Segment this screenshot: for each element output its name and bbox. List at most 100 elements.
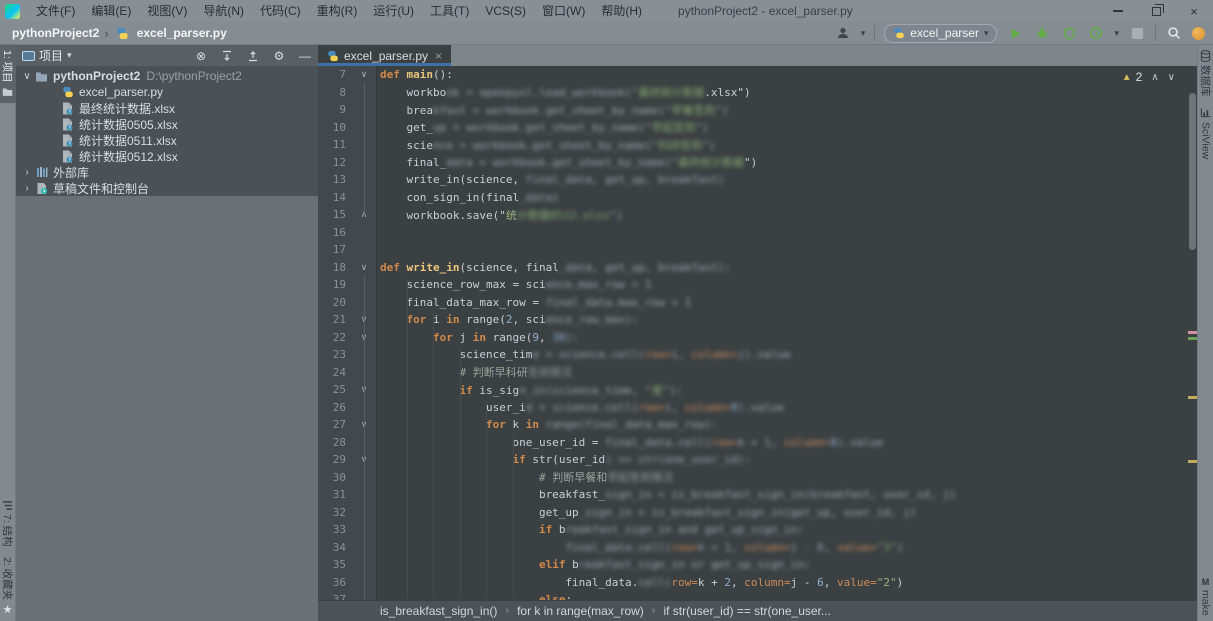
menu-item[interactable]: 运行(U) bbox=[365, 0, 422, 22]
code-text[interactable]: if breakfast_sign_in and get_up_sign_in: bbox=[376, 523, 1197, 536]
menu-item[interactable]: 代码(C) bbox=[252, 0, 309, 22]
code-text[interactable]: breakfast = workbook.get_sheet_by_name("… bbox=[376, 102, 1197, 118]
line-number[interactable]: 12 bbox=[318, 156, 352, 169]
line-number[interactable]: 16 bbox=[318, 226, 352, 239]
line-number[interactable]: 13 bbox=[318, 173, 352, 186]
menu-item[interactable]: VCS(S) bbox=[477, 0, 534, 22]
code-text[interactable]: user_id = science.cell(row=i, column=8).… bbox=[376, 401, 1197, 414]
breadcrumb-item[interactable]: for k in range(max_row) bbox=[517, 604, 644, 618]
fold-icon[interactable]: ∨ bbox=[352, 69, 376, 80]
tool-button-make[interactable]: M make bbox=[1198, 572, 1213, 621]
code-text[interactable]: one_user_id = final_data.cell(row=k + 1,… bbox=[376, 436, 1197, 449]
tree-item[interactable]: ?统计数据0512.xlsx bbox=[16, 148, 318, 164]
breadcrumb-item[interactable]: if str(user_id) == str(one_user... bbox=[663, 604, 830, 618]
line-number[interactable]: 30 bbox=[318, 471, 352, 484]
code-text[interactable]: get_up = workbook.get_sheet_by_name("早起签… bbox=[376, 119, 1197, 135]
code-text[interactable]: science_row_max = science.max_row + 1 bbox=[376, 278, 1197, 291]
user-icon[interactable] bbox=[834, 24, 852, 42]
code-text[interactable]: science = workbook.get_sheet_by_name("科研… bbox=[376, 137, 1197, 153]
code-text[interactable]: breakfast_sign_in = is_breakfast_sign_in… bbox=[376, 488, 1197, 501]
line-number[interactable]: 8 bbox=[318, 86, 352, 99]
code-text[interactable]: science_time = science.cell(row=i, colum… bbox=[376, 348, 1197, 361]
menu-item[interactable]: 工具(T) bbox=[422, 0, 477, 22]
tree-item[interactable]: excel_parser.py bbox=[16, 84, 318, 100]
line-number[interactable]: 26 bbox=[318, 401, 352, 414]
tree-item[interactable]: ?统计数据0511.xlsx bbox=[16, 132, 318, 148]
tree-item[interactable]: ?统计数据0505.xlsx bbox=[16, 116, 318, 132]
tree-chevron-icon[interactable]: › bbox=[20, 183, 34, 194]
search-everywhere-icon[interactable] bbox=[1165, 24, 1183, 42]
code-text[interactable]: final_data.cell(row=k + 2, column=j - 6,… bbox=[376, 576, 1197, 589]
hide-panel-icon[interactable]: — bbox=[298, 49, 312, 63]
tool-button-database[interactable]: 数据库 bbox=[1198, 45, 1213, 102]
code-text[interactable]: def write_in(science, final_data, get_up… bbox=[376, 261, 1197, 274]
menu-item[interactable]: 视图(V) bbox=[139, 0, 195, 22]
tree-item[interactable]: ›外部库 bbox=[16, 164, 318, 180]
line-number[interactable]: 25 bbox=[318, 383, 352, 396]
locate-file-icon[interactable]: ⊗ bbox=[194, 49, 208, 63]
notification-icon[interactable] bbox=[1192, 27, 1205, 40]
debug-button[interactable] bbox=[1033, 24, 1051, 42]
breadcrumb-file[interactable]: excel_parser.py bbox=[137, 26, 227, 40]
menu-item[interactable]: 文件(F) bbox=[28, 0, 83, 22]
tree-item[interactable]: ›草稿文件和控制台 bbox=[16, 180, 318, 196]
error-stripe-mark[interactable] bbox=[1188, 337, 1197, 340]
line-number[interactable]: 33 bbox=[318, 523, 352, 536]
run-configuration-select[interactable]: excel_parser ▾ bbox=[884, 24, 997, 43]
tree-chevron-icon[interactable]: ∨ bbox=[20, 71, 34, 82]
gear-icon[interactable]: ⚙ bbox=[272, 49, 286, 63]
stop-button[interactable] bbox=[1128, 24, 1146, 42]
error-stripe-mark[interactable] bbox=[1188, 396, 1197, 399]
menu-item[interactable]: 导航(N) bbox=[195, 0, 252, 22]
code-text[interactable]: workbook.save("统计数据0512.xlsx") bbox=[376, 207, 1197, 223]
tool-button-favorites[interactable]: 2: 收藏夹 ★ bbox=[0, 552, 16, 621]
line-number[interactable]: 37 bbox=[318, 593, 352, 600]
run-with-coverage-button[interactable] bbox=[1060, 24, 1078, 42]
close-tab-icon[interactable]: × bbox=[435, 49, 442, 63]
line-number[interactable]: 28 bbox=[318, 436, 352, 449]
line-number[interactable]: 19 bbox=[318, 278, 352, 291]
expand-all-icon[interactable] bbox=[220, 50, 234, 62]
code-text[interactable]: final_data_max_row = final_data.max_row … bbox=[376, 296, 1197, 309]
profiler-button[interactable] bbox=[1087, 24, 1105, 42]
tree-item[interactable]: ?最终统计数据.xlsx bbox=[16, 100, 318, 116]
breadcrumb-project[interactable]: pythonProject2 bbox=[12, 26, 99, 40]
editor-scrollbar[interactable] bbox=[1189, 93, 1196, 250]
code-text[interactable]: get_up_sign_in = is_breakfast_sign_in(ge… bbox=[376, 506, 1197, 519]
error-stripe-mark[interactable] bbox=[1188, 331, 1197, 334]
tool-button-structure[interactable]: 7: 结构 bbox=[0, 494, 16, 552]
tree-item[interactable]: ∨pythonProject2D:\pythonProject2 bbox=[16, 68, 318, 84]
line-number[interactable]: 34 bbox=[318, 541, 352, 554]
menu-item[interactable]: 编辑(E) bbox=[83, 0, 139, 22]
user-dropdown-caret[interactable]: ▾ bbox=[861, 28, 866, 39]
project-panel-title[interactable]: 项目 bbox=[39, 47, 63, 64]
line-number[interactable]: 32 bbox=[318, 506, 352, 519]
line-number[interactable]: 15 bbox=[318, 208, 352, 221]
line-number[interactable]: 14 bbox=[318, 191, 352, 204]
line-number[interactable]: 35 bbox=[318, 558, 352, 571]
fold-icon[interactable]: ∨ bbox=[352, 262, 376, 273]
project-view-caret[interactable]: ▾ bbox=[67, 50, 72, 61]
tree-chevron-icon[interactable]: › bbox=[20, 167, 34, 178]
code-text[interactable]: if str(user_id) == str(one_user_id): bbox=[376, 453, 1197, 466]
code-text[interactable]: final_data = workbook.get_sheet_by_name(… bbox=[376, 154, 1197, 170]
code-text[interactable]: def main(): bbox=[376, 68, 1197, 81]
code-text[interactable]: final_data.cell(row=k + 1, column=j - 6,… bbox=[376, 541, 1197, 554]
tool-button-sciview[interactable]: SciView bbox=[1198, 102, 1213, 164]
menu-item[interactable]: 帮助(H) bbox=[593, 0, 650, 22]
line-number[interactable]: 9 bbox=[318, 103, 352, 116]
breadcrumb-item[interactable]: is_breakfast_sign_in() bbox=[380, 604, 497, 618]
prev-problem-icon[interactable]: ∧ bbox=[1151, 72, 1158, 83]
line-number[interactable]: 10 bbox=[318, 121, 352, 134]
line-number[interactable]: 36 bbox=[318, 576, 352, 589]
code-text[interactable]: if is_sign_in(science_time, "是"): bbox=[376, 382, 1197, 398]
line-number[interactable]: 29 bbox=[318, 453, 352, 466]
menu-item[interactable]: 重构(R) bbox=[309, 0, 366, 22]
collapse-all-icon[interactable] bbox=[246, 50, 260, 62]
run-button[interactable] bbox=[1006, 24, 1024, 42]
code-text[interactable]: workbook = openpyxl.load_workbook("最终统计数… bbox=[376, 84, 1197, 100]
line-number[interactable]: 20 bbox=[318, 296, 352, 309]
menu-item[interactable]: 窗口(W) bbox=[534, 0, 593, 22]
next-problem-icon[interactable]: ∨ bbox=[1168, 72, 1175, 83]
editor-tab[interactable]: excel_parser.py × bbox=[318, 45, 451, 66]
